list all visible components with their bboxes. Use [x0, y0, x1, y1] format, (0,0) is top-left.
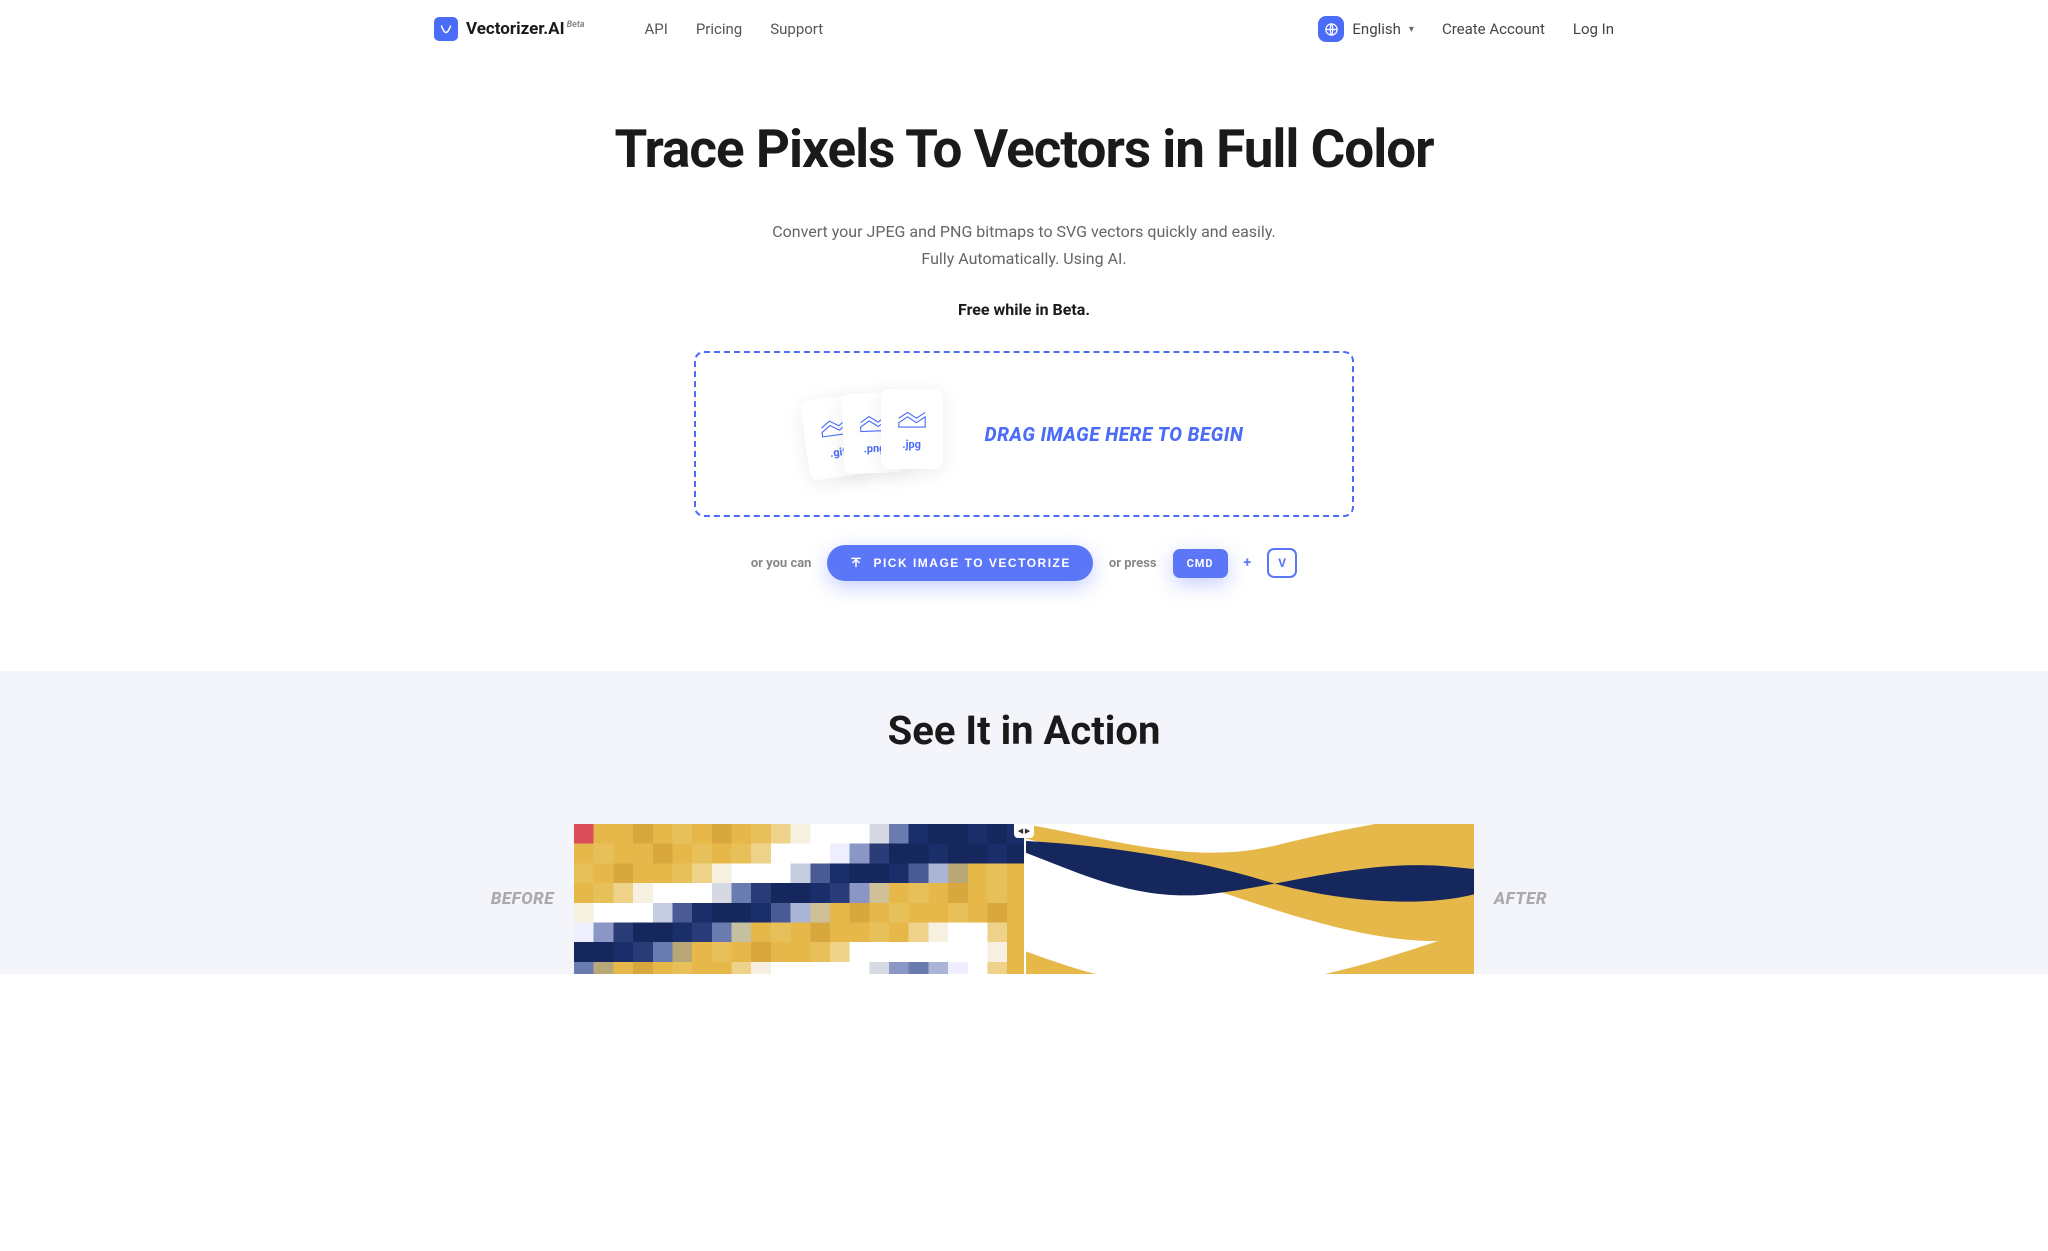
hero-subtitle-1: Convert your JPEG and PNG bitmaps to SVG… [20, 222, 2028, 241]
nav-api[interactable]: API [645, 20, 668, 38]
create-account-link[interactable]: Create Account [1442, 20, 1545, 38]
logo-icon [434, 17, 458, 41]
login-link[interactable]: Log In [1573, 20, 1614, 38]
header-right: English ▾ Create Account Log In [1318, 16, 1614, 42]
file-card-jpg: .jpg [881, 389, 943, 469]
drop-zone-label: DRAG IMAGE HERE TO BEGIN [985, 423, 1244, 446]
pick-image-button[interactable]: PICK IMAGE TO VECTORIZE [827, 545, 1092, 581]
cmd-key-badge: CMD [1173, 549, 1228, 578]
main-nav: API Pricing Support [645, 20, 824, 38]
alternative-actions: or you can PICK IMAGE TO VECTORIZE or pr… [20, 545, 2028, 581]
upload-icon [849, 556, 863, 570]
after-label: AFTER [1494, 889, 1574, 909]
globe-icon [1318, 16, 1344, 42]
v-key-badge: V [1267, 548, 1297, 578]
alt-prefix: or you can [751, 556, 812, 571]
brand-text: Vectorizer.AIBeta [466, 19, 585, 39]
compare-before-pane [574, 824, 1024, 974]
language-label: English [1352, 20, 1401, 38]
compare-divider[interactable] [1024, 824, 1026, 974]
nav-pricing[interactable]: Pricing [696, 20, 742, 38]
page-title: Trace Pixels To Vectors in Full Color [20, 118, 2028, 180]
compare-image-box: ◀ ▶ [574, 824, 1474, 974]
before-after-compare: BEFORE [474, 824, 1574, 974]
before-label: BEFORE [474, 889, 554, 909]
nav-support[interactable]: Support [770, 20, 823, 38]
drop-zone[interactable]: .gif .png .jpg DRAG IMAGE HERE TO BEGIN [694, 351, 1354, 517]
plus-symbol: + [1244, 555, 1252, 571]
hero-section: Trace Pixels To Vectors in Full Color Co… [0, 58, 2048, 621]
beta-badge: Beta [567, 20, 585, 30]
chevron-down-icon: ▾ [1409, 24, 1414, 35]
beta-notice: Free while in Beta. [20, 300, 2028, 319]
compare-after-pane [1024, 824, 1474, 974]
logo[interactable]: Vectorizer.AIBeta [434, 17, 585, 41]
action-title: See It in Action [0, 707, 2048, 754]
file-stack-illustration: .gif .png .jpg [805, 389, 945, 479]
main-header: Vectorizer.AIBeta API Pricing Support En… [434, 0, 1614, 58]
divider-grip-icon[interactable]: ◀ ▶ [1014, 824, 1034, 838]
language-selector[interactable]: English ▾ [1318, 16, 1414, 42]
image-icon [897, 408, 927, 430]
see-in-action-section: See It in Action BEFORE [0, 671, 2048, 974]
press-prefix: or press [1109, 556, 1157, 571]
hero-subtitle-2: Fully Automatically. Using AI. [20, 249, 2028, 268]
